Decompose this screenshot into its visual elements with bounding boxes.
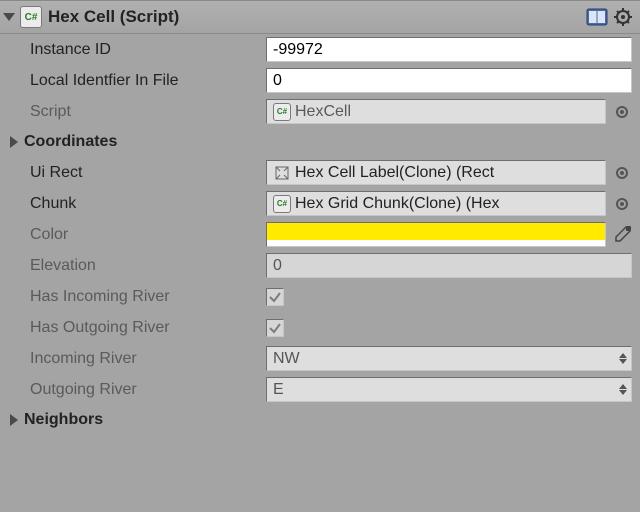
input-instance-id[interactable] [266, 37, 632, 62]
color-swatch [267, 223, 605, 240]
label-elevation: Elevation [0, 257, 266, 275]
color-alpha-bar [267, 240, 605, 246]
label-incoming-dir: Incoming River [0, 350, 266, 368]
row-has-outgoing: Has Outgoing River [0, 312, 640, 343]
object-field-chunk[interactable]: C# Hex Grid Chunk(Clone) (Hex [266, 191, 606, 216]
foldout-toggle[interactable] [0, 13, 18, 21]
cs-file-icon: C# [273, 195, 291, 213]
settings-icon[interactable] [614, 7, 634, 27]
script-type-chip: C# [20, 6, 42, 28]
cs-file-icon: C# [273, 103, 291, 121]
label-has-incoming: Has Incoming River [0, 288, 266, 306]
label-instance-id: Instance ID [0, 41, 266, 59]
row-incoming-dir: Incoming River NW [0, 343, 640, 374]
updown-icon [619, 353, 627, 364]
checkbox-has-outgoing [266, 319, 284, 337]
section-coordinates[interactable]: Coordinates [0, 127, 640, 157]
label-coordinates: Coordinates [24, 133, 117, 151]
select-outgoing-value: E [273, 378, 284, 401]
foldout-coordinates[interactable] [4, 136, 24, 148]
label-local-id: Local Identfier In File [0, 72, 266, 90]
select-incoming-value: NW [273, 347, 300, 370]
component-header[interactable]: C# Hex Cell (Script) [0, 0, 640, 34]
label-ui-rect: Ui Rect [0, 164, 266, 182]
checkbox-has-incoming [266, 288, 284, 306]
readonly-elevation: 0 [266, 253, 632, 278]
object-text-chunk: Hex Grid Chunk(Clone) (Hex [295, 192, 599, 215]
object-picker-icon[interactable] [612, 102, 632, 122]
row-has-incoming: Has Incoming River [0, 281, 640, 312]
object-text-ui-rect: Hex Cell Label(Clone) (Rect [295, 161, 599, 184]
label-has-outgoing: Has Outgoing River [0, 319, 266, 337]
row-script: Script C# HexCell [0, 96, 640, 127]
inspector-panel: { "header": { "title": "Hex Cell (Script… [0, 0, 640, 435]
foldout-neighbors[interactable] [4, 414, 24, 426]
rect-transform-icon [273, 164, 291, 182]
row-color: Color [0, 219, 640, 250]
row-outgoing-dir: Outgoing River E [0, 374, 640, 405]
object-picker-icon[interactable] [612, 163, 632, 183]
eyedropper-icon[interactable] [612, 225, 632, 245]
row-local-id: Local Identfier In File [0, 65, 640, 96]
row-ui-rect: Ui Rect Hex Cell Label(Clone) (Rect [0, 157, 640, 188]
object-field-ui-rect[interactable]: Hex Cell Label(Clone) (Rect [266, 160, 606, 185]
updown-icon [619, 384, 627, 395]
select-outgoing-dir[interactable]: E [266, 377, 632, 402]
section-neighbors[interactable]: Neighbors [0, 405, 640, 435]
row-instance-id: Instance ID [0, 34, 640, 65]
row-elevation: Elevation 0 [0, 250, 640, 281]
input-local-id[interactable] [266, 68, 632, 93]
label-neighbors: Neighbors [24, 411, 103, 429]
color-field[interactable] [266, 222, 606, 247]
label-chunk: Chunk [0, 195, 266, 213]
help-icon[interactable] [586, 7, 608, 27]
component-title: Hex Cell (Script) [48, 7, 586, 27]
label-script: Script [0, 103, 266, 121]
row-chunk: Chunk C# Hex Grid Chunk(Clone) (Hex [0, 188, 640, 219]
object-picker-icon[interactable] [612, 194, 632, 214]
object-text-script: HexCell [295, 100, 599, 123]
select-incoming-dir[interactable]: NW [266, 346, 632, 371]
object-field-script[interactable]: C# HexCell [266, 99, 606, 124]
label-outgoing-dir: Outgoing River [0, 381, 266, 399]
label-color: Color [0, 226, 266, 244]
